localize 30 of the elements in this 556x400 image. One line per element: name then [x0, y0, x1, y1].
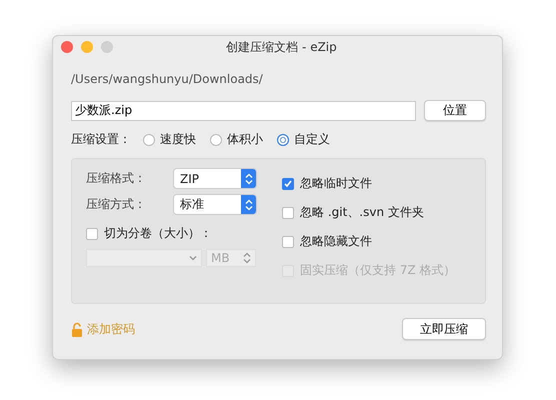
close-button[interactable]: [61, 41, 73, 53]
stepper-icon: [243, 252, 251, 264]
minimize-button[interactable]: [81, 41, 93, 53]
radio-label[interactable]: 体积小: [227, 131, 263, 148]
checkbox-label[interactable]: 忽略临时文件: [300, 175, 372, 192]
checkbox[interactable]: [282, 236, 294, 248]
filename-field[interactable]: 少数派.zip: [71, 100, 416, 120]
setting-label: 压缩设置：: [71, 131, 131, 148]
zoom-button[interactable]: [101, 41, 113, 53]
folder-path: /Users/wangshunyu/Downloads/: [71, 72, 264, 86]
checkbox-label[interactable]: 忽略 .git、.svn 文件夹: [300, 204, 424, 221]
radio-button[interactable]: [143, 134, 155, 146]
field-label: 压缩方式：: [86, 196, 147, 213]
stepper-icon: [241, 195, 256, 214]
location-button[interactable]: 位置: [424, 100, 486, 121]
radio-label[interactable]: 自定义: [294, 131, 330, 148]
dropdown[interactable]: 标准: [174, 195, 256, 214]
radio-button[interactable]: [277, 134, 289, 146]
field-label: 压缩格式：: [86, 170, 147, 187]
padlock-icon: [71, 322, 83, 336]
compress-button[interactable]: 立即压缩: [402, 318, 486, 340]
checkbox[interactable]: [282, 206, 294, 218]
stepper-icon: [241, 169, 256, 188]
checkbox[interactable]: [282, 178, 294, 190]
chevron-icon: [189, 255, 197, 261]
dropdown[interactable]: ZIP: [174, 169, 256, 188]
radio-label[interactable]: 速度快: [160, 131, 196, 148]
checkbox-label[interactable]: 忽略隐藏文件: [300, 233, 372, 250]
radio-button[interactable]: [210, 134, 222, 146]
window-title: 创建压缩文档 - eZip: [226, 38, 337, 56]
